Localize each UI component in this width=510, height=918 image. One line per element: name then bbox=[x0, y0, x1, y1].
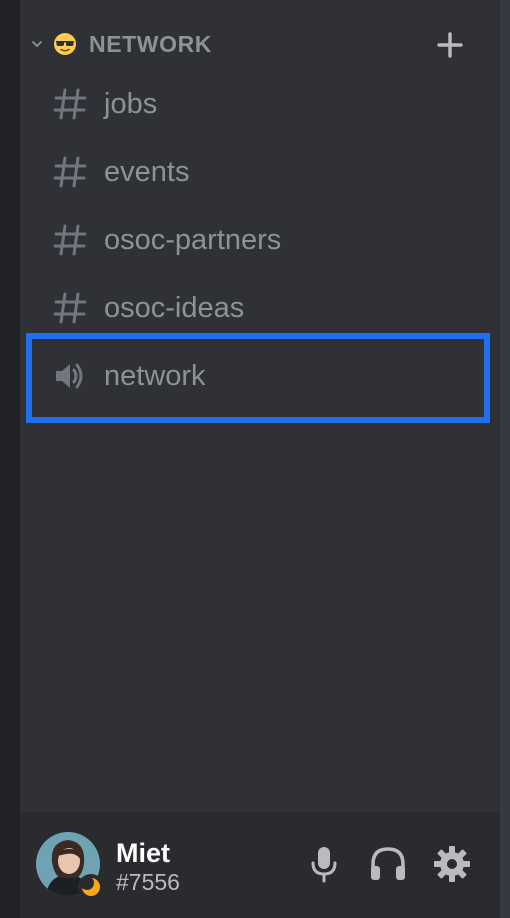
channel-osoc-partners[interactable]: osoc-partners bbox=[36, 210, 484, 266]
channel-label: network bbox=[104, 360, 206, 392]
chevron-down-icon[interactable] bbox=[30, 37, 44, 51]
headphones-icon[interactable] bbox=[368, 844, 408, 884]
channel-label: jobs bbox=[104, 88, 158, 120]
channel-label: events bbox=[104, 156, 190, 188]
channel-sidebar: NETWORK jobs events osoc-partners osoc-i… bbox=[20, 0, 500, 918]
gear-icon[interactable] bbox=[432, 844, 472, 884]
discord-app: NETWORK jobs events osoc-partners osoc-i… bbox=[0, 0, 510, 918]
server-list-strip bbox=[0, 0, 20, 918]
category-label: NETWORK bbox=[89, 31, 213, 57]
channel-events[interactable]: events bbox=[36, 142, 484, 198]
hashtag-icon bbox=[53, 88, 87, 120]
channel-label: osoc-ideas bbox=[104, 292, 245, 324]
idle-status-icon bbox=[78, 874, 104, 900]
hashtag-icon bbox=[53, 292, 87, 324]
user-discriminator: #7556 bbox=[116, 869, 180, 895]
chat-area-edge bbox=[500, 0, 510, 918]
username: Miet bbox=[116, 838, 170, 868]
channel-label: osoc-partners bbox=[104, 224, 282, 256]
category-header[interactable]: NETWORK bbox=[20, 22, 500, 66]
channel-jobs[interactable]: jobs bbox=[36, 74, 484, 130]
sunglasses-emoji-icon bbox=[54, 33, 76, 55]
user-panel: Miet #7556 bbox=[20, 812, 500, 918]
plus-icon[interactable] bbox=[434, 29, 466, 61]
speaker-icon bbox=[56, 363, 83, 389]
microphone-icon[interactable] bbox=[304, 844, 344, 884]
voice-channel-network[interactable]: network bbox=[36, 346, 484, 402]
hashtag-icon bbox=[53, 156, 87, 188]
channel-osoc-ideas[interactable]: osoc-ideas bbox=[36, 278, 484, 334]
hashtag-icon bbox=[53, 224, 87, 256]
